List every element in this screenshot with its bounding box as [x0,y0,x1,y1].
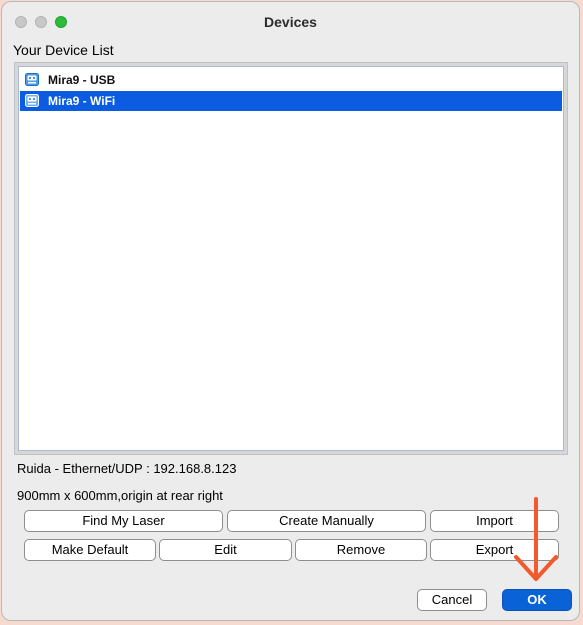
devices-window: Devices Your Device List Mira9 - USB Mir… [1,1,580,621]
connection-info: Ruida - Ethernet/UDP : 192.168.8.123 [17,461,237,476]
laser-device-icon [25,94,39,107]
device-list-label: Your Device List [13,42,114,58]
laser-device-icon [25,73,39,86]
create-manually-button[interactable]: Create Manually [227,510,426,532]
make-default-button[interactable]: Make Default [24,539,156,561]
device-list-item-usb[interactable]: Mira9 - USB [20,70,562,90]
edit-button[interactable]: Edit [159,539,292,561]
device-list-viewport: Mira9 - USB Mira9 - WiFi [18,66,564,451]
title-bar: Devices [2,2,579,42]
device-list-item-wifi[interactable]: Mira9 - WiFi [20,91,562,111]
annotation-arrow-icon [514,497,558,581]
find-my-laser-button[interactable]: Find My Laser [24,510,223,532]
remove-button[interactable]: Remove [295,539,427,561]
device-list[interactable]: Mira9 - USB Mira9 - WiFi [14,62,568,455]
cancel-button[interactable]: Cancel [417,589,487,611]
device-list-item-label: Mira9 - USB [48,73,116,87]
window-title: Devices [264,14,317,30]
dimensions-info: 900mm x 600mm,origin at rear right [17,488,223,503]
device-list-item-label: Mira9 - WiFi [48,94,116,108]
ok-button[interactable]: OK [502,589,572,611]
